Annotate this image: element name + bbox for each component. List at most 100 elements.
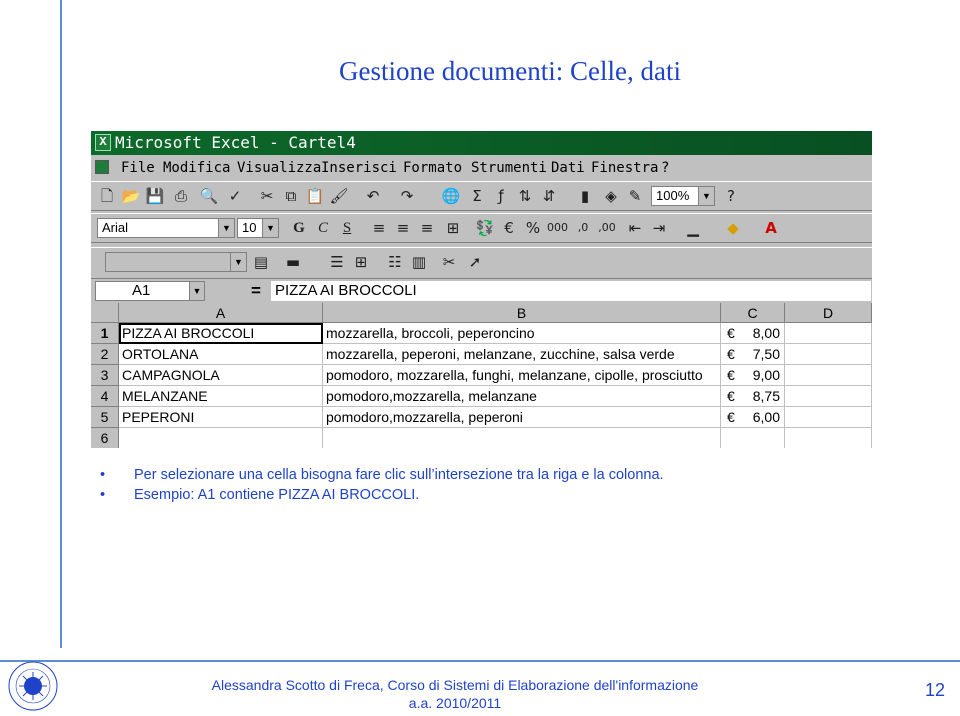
print-icon[interactable]: ⎙ (171, 186, 191, 206)
cell-a4[interactable]: MELANZANE (119, 386, 323, 407)
drawing-icon[interactable]: ✎ (625, 186, 645, 206)
menu-inserisci[interactable]: Inserisci (321, 158, 397, 178)
decrease-indent-icon[interactable]: ⇤ (625, 218, 645, 238)
sort-descending-icon[interactable]: ⇵ (539, 186, 559, 206)
spelling-icon[interactable]: ✓ (225, 186, 245, 206)
bold-button[interactable]: G (289, 218, 309, 238)
menu-visualizza[interactable]: Visualizza (237, 158, 321, 178)
help-icon[interactable]: ? (721, 186, 741, 206)
column-header-b[interactable]: B (323, 303, 721, 323)
form-control-icon[interactable]: ▬ (283, 252, 303, 272)
column-header-a[interactable]: A (119, 303, 323, 323)
cell-d4[interactable] (785, 386, 872, 407)
increase-indent-icon[interactable]: ⇥ (649, 218, 669, 238)
font-color-icon[interactable]: A (761, 218, 781, 238)
borders-icon[interactable]: ▁ (683, 218, 703, 238)
print-preview-icon[interactable]: 🔍 (199, 186, 219, 206)
workbook-icon[interactable] (95, 160, 109, 174)
format-painter-icon[interactable]: 🖌 (329, 186, 349, 206)
font-size-select[interactable]: 10 ▼ (237, 218, 279, 238)
align-right-icon[interactable]: ≡ (417, 218, 437, 238)
function-icon[interactable]: ƒ (491, 186, 511, 206)
cell-d3[interactable] (785, 365, 872, 386)
cell-b2[interactable]: mozzarella, peperoni, melanzane, zucchin… (323, 344, 721, 365)
menu-strumenti[interactable]: Strumenti (471, 158, 547, 178)
align-left-icon[interactable]: ≡ (369, 218, 389, 238)
copy-icon[interactable]: ⧉ (281, 186, 301, 206)
row-header[interactable]: 6 (91, 428, 119, 448)
increase-decimal-icon[interactable]: ,0 (573, 218, 593, 238)
style-select[interactable]: ▼ (105, 252, 247, 272)
chevron-down-icon[interactable]: ▼ (698, 187, 714, 205)
row-header[interactable]: 3 (91, 365, 119, 386)
percent-icon[interactable]: % (523, 218, 543, 238)
column-header-c[interactable]: C (721, 303, 785, 323)
menu-finestra[interactable]: Finestra (591, 158, 658, 178)
hyperlink-icon[interactable]: 🌐 (441, 186, 461, 206)
row-header[interactable]: 5 (91, 407, 119, 428)
cell-b1[interactable]: mozzarella, broccoli, peperoncino (323, 323, 721, 344)
cell-b5[interactable]: pomodoro,mozzarella, peperoni (323, 407, 721, 428)
cell-a6[interactable] (119, 428, 323, 448)
cell-d6[interactable] (785, 428, 872, 448)
save-icon[interactable]: 💾 (145, 186, 165, 206)
ungroup-icon[interactable]: ⊞ (351, 252, 371, 272)
chevron-down-icon[interactable]: ▼ (230, 253, 246, 271)
cell-b6[interactable] (323, 428, 721, 448)
menu-dati[interactable]: Dati (551, 158, 585, 178)
cell-c5[interactable]: €6,00 (721, 407, 785, 428)
cell-d5[interactable] (785, 407, 872, 428)
row-header[interactable]: 4 (91, 386, 119, 407)
column-header-d[interactable]: D (785, 303, 872, 323)
name-box[interactable]: A1 ▼ (95, 281, 205, 301)
menu-file[interactable]: File (121, 158, 155, 178)
tools-icon[interactable]: ✂ (439, 252, 459, 272)
zoom-select[interactable]: 100% ▼ (651, 186, 715, 206)
menu-help[interactable]: ? (661, 158, 669, 178)
object-icon[interactable]: ▤ (251, 252, 271, 272)
currency-style-icon[interactable]: 💱 (475, 218, 495, 238)
decrease-decimal-icon[interactable]: ,00 (597, 218, 617, 238)
chart-wizard-icon[interactable]: ▮ (575, 186, 595, 206)
cell-b4[interactable]: pomodoro,mozzarella, melanzane (323, 386, 721, 407)
formula-input[interactable]: PIZZA AI BROCCOLI (271, 281, 871, 301)
cell-a3[interactable]: CAMPAGNOLA (119, 365, 323, 386)
chevron-down-icon[interactable]: ▼ (189, 282, 204, 300)
cell-a2[interactable]: ORTOLANA (119, 344, 323, 365)
cell-c3[interactable]: €9,00 (721, 365, 785, 386)
menu-formato[interactable]: Formato (403, 158, 462, 178)
underline-button[interactable]: S (337, 218, 357, 238)
cell-a1[interactable]: PIZZA AI BROCCOLI (119, 323, 323, 344)
trace-icon[interactable]: ➚ (465, 252, 485, 272)
cell-c6[interactable] (721, 428, 785, 448)
redo-icon[interactable]: ↷ (397, 186, 417, 206)
row-header[interactable]: 2 (91, 344, 119, 365)
cell-a5[interactable]: PEPERONI (119, 407, 323, 428)
cell-c1[interactable]: €8,00 (721, 323, 785, 344)
select-all-corner[interactable] (91, 303, 119, 323)
paste-icon[interactable]: 📋 (305, 186, 325, 206)
new-icon[interactable]: 🗋 (97, 186, 117, 206)
sort-ascending-icon[interactable]: ⇅ (515, 186, 535, 206)
cell-c2[interactable]: €7,50 (721, 344, 785, 365)
columns-icon[interactable]: ▥ (409, 252, 429, 272)
menu-modifica[interactable]: Modifica (163, 158, 230, 178)
outline-icon[interactable]: ☷ (385, 252, 405, 272)
excel-app-icon[interactable]: X (95, 134, 111, 151)
cell-d1[interactable] (785, 323, 872, 344)
autosum-icon[interactable]: Σ (467, 186, 487, 206)
italic-button[interactable]: C (313, 218, 333, 238)
euro-icon[interactable]: € (499, 218, 519, 238)
cell-b3[interactable]: pomodoro, mozzarella, funghi, melanzane,… (323, 365, 721, 386)
chevron-down-icon[interactable]: ▼ (218, 219, 234, 237)
open-icon[interactable]: 📂 (121, 186, 141, 206)
fill-color-icon[interactable]: ◆ (723, 218, 743, 238)
comma-style-icon[interactable]: 000 (547, 218, 568, 238)
map-icon[interactable]: ◈ (601, 186, 621, 206)
cell-c4[interactable]: €8,75 (721, 386, 785, 407)
cell-d2[interactable] (785, 344, 872, 365)
formula-equals[interactable]: = (251, 281, 261, 301)
group-icon[interactable]: ☰ (327, 252, 347, 272)
cut-icon[interactable]: ✂ (257, 186, 277, 206)
undo-icon[interactable]: ↶ (363, 186, 383, 206)
